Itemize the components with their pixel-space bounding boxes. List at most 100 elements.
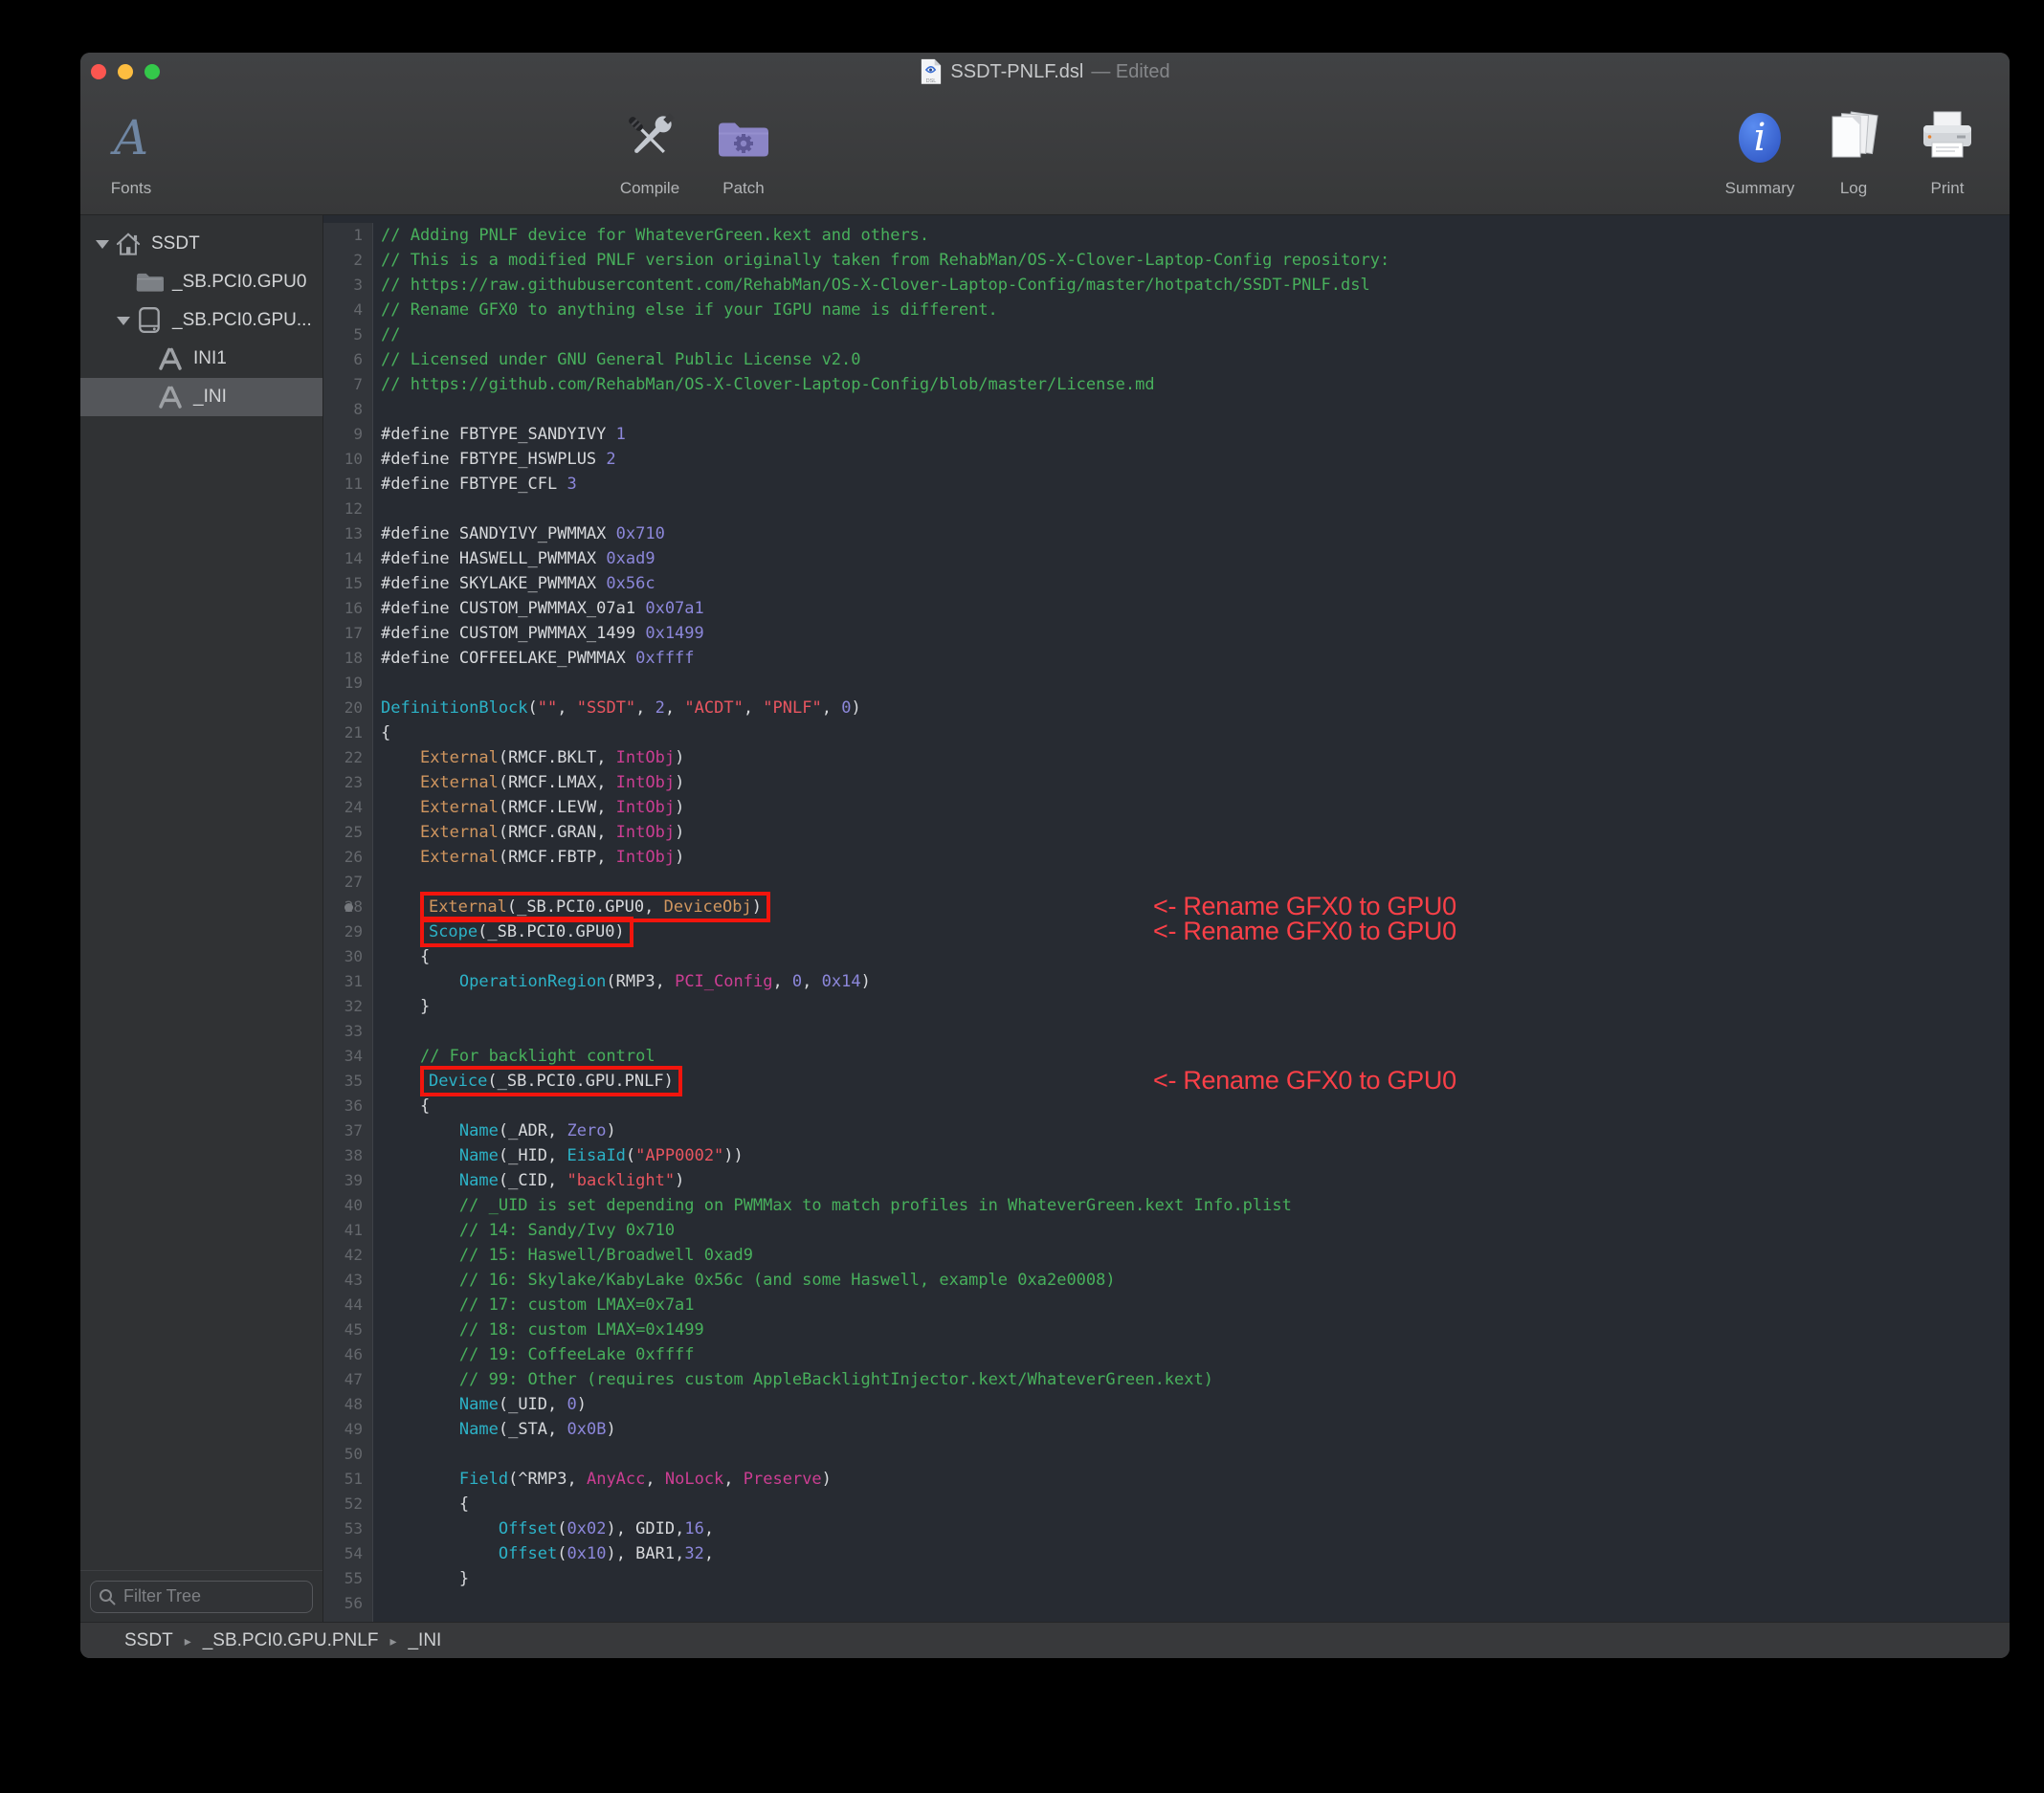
code-line-text: Field(^RMP3, AnyAcc, NoLock, Preserve) xyxy=(458,1470,832,1489)
breadcrumb-separator: ▸ xyxy=(389,1632,397,1649)
toolbar-item-print[interactable]: Print xyxy=(1910,99,1985,198)
titlebar[interactable]: DSL SSDT-PNLF.dsl — Edited xyxy=(80,53,2010,91)
filter-tree-input[interactable] xyxy=(90,1580,313,1613)
svg-text:i: i xyxy=(1754,116,1766,160)
line-number: 52 xyxy=(323,1492,373,1516)
sidebar-item--ini[interactable]: _INI xyxy=(80,378,322,416)
toolbar-item-summary[interactable]: i Summary xyxy=(1722,99,1797,198)
code-line: 24 External(RMCF.LEVW, IntObj) xyxy=(323,795,2010,820)
line-number: 16 xyxy=(323,596,373,621)
code-line-text: External(RMCF.FBTP, IntObj) xyxy=(419,848,685,867)
code-line: 12 xyxy=(323,497,2010,521)
code-line-text: #define CUSTOM_PWMMAX_07a1 0x07a1 xyxy=(381,599,704,618)
code-line-text: { xyxy=(381,723,391,742)
code-line: 10 #define FBTYPE_HSWPLUS 2 xyxy=(323,447,2010,472)
line-number: 47 xyxy=(323,1367,373,1392)
code-line: 37 Name(_ADR, Zero) xyxy=(323,1118,2010,1143)
code-line-text: Device(_SB.PCI0.GPU.PNLF) xyxy=(373,1066,682,1096)
code-line-text: #define SANDYIVY_PWMMAX 0x710 xyxy=(381,524,665,543)
code-line: 23 External(RMCF.LMAX, IntObj) xyxy=(323,770,2010,795)
line-number: 50 xyxy=(323,1442,373,1467)
patch-icon xyxy=(719,122,768,157)
line-number: 18 xyxy=(323,646,373,671)
line-number: 7 xyxy=(323,372,373,397)
line-number: 25 xyxy=(323,820,373,845)
line-number: 44 xyxy=(323,1293,373,1317)
code-line-text: External(RMCF.LMAX, IntObj) xyxy=(419,773,685,792)
title-edited-suffix: — Edited xyxy=(1091,60,1170,82)
toolbar-item-patch[interactable]: Patch xyxy=(706,99,781,198)
breadcrumb-item[interactable]: _INI xyxy=(408,1630,441,1651)
toolbar-item-compile[interactable]: Compile xyxy=(612,99,687,198)
sidebar-item--sb-pci0-gpu-[interactable]: _SB.PCI0.GPU... xyxy=(80,301,322,340)
code-line: 35 Device(_SB.PCI0.GPU.PNLF) <- Rename GF… xyxy=(323,1066,2010,1096)
code-line: 29 Scope(_SB.PCI0.GPU0) <- Rename GFX0 to… xyxy=(323,917,2010,947)
red-highlight-box: Device(_SB.PCI0.GPU.PNLF) xyxy=(419,1066,682,1096)
sidebar-item--sb-pci0-gpu0[interactable]: _SB.PCI0.GPU0 xyxy=(80,263,322,301)
breadcrumb-item[interactable]: SSDT xyxy=(124,1630,173,1651)
code-line: 41 // 14: Sandy/Ivy 0x710 xyxy=(323,1218,2010,1243)
code-line: 14 #define HASWELL_PWMMAX 0xad9 xyxy=(323,546,2010,571)
line-number: 35 xyxy=(323,1069,373,1094)
code-line-text: #define SKYLAKE_PWMMAX 0x56c xyxy=(381,574,655,593)
maciasl-window: DSL SSDT-PNLF.dsl — Edited A Fonts Compil… xyxy=(80,53,2010,1658)
method-icon xyxy=(159,386,182,409)
code-line: 26 External(RMCF.FBTP, IntObj) xyxy=(323,845,2010,870)
breadcrumb: SSDT ▸ _SB.PCI0.GPU.PNLF ▸ _INI xyxy=(80,1622,2010,1658)
sidebar-item-ssdt[interactable]: SSDT xyxy=(80,225,322,263)
line-number: 43 xyxy=(323,1268,373,1293)
sidebar-item-ini1[interactable]: INI1 xyxy=(80,340,322,378)
code-line-text: #define FBTYPE_SANDYIVY 1 xyxy=(381,425,626,444)
acpi-tree: SSDT _SB.PCI0.GPU0 _SB.PCI0.GPU... INI1 _INI xyxy=(80,215,322,416)
line-number: 53 xyxy=(323,1516,373,1541)
line-number: 4 xyxy=(323,298,373,322)
disclosure-triangle[interactable] xyxy=(117,316,130,325)
gutter-marker-dot xyxy=(344,903,353,912)
code-line: 40 // _UID is set depending on PWMMax to… xyxy=(323,1193,2010,1218)
print-icon xyxy=(1923,111,1971,158)
line-number: 36 xyxy=(323,1094,373,1118)
code-line-text: DefinitionBlock("", "SSDT", 2, "ACDT", "… xyxy=(381,698,861,718)
window-title: DSL SSDT-PNLF.dsl — Edited xyxy=(920,58,1170,85)
tree-item-label: SSDT xyxy=(151,233,200,254)
code-line: 38 Name(_HID, EisaId("APP0002")) xyxy=(323,1143,2010,1168)
breadcrumb-item[interactable]: _SB.PCI0.GPU.PNLF xyxy=(203,1630,379,1651)
sidebar: SSDT _SB.PCI0.GPU0 _SB.PCI0.GPU... INI1 _INI xyxy=(80,215,323,1622)
code-line: 32 } xyxy=(323,994,2010,1019)
code-line: 20 DefinitionBlock("", "SSDT", 2, "ACDT",… xyxy=(323,696,2010,720)
code-line: 45 // 18: custom LMAX=0x1499 xyxy=(323,1317,2010,1342)
close-button[interactable] xyxy=(91,64,106,79)
code-line: 31 OperationRegion(RMP3, PCI_Config, 0, … xyxy=(323,969,2010,994)
code-line: 17 #define CUSTOM_PWMMAX_1499 0x1499 xyxy=(323,621,2010,646)
line-number: 12 xyxy=(323,497,373,521)
toolbar-label-compile: Compile xyxy=(619,179,680,197)
disclosure-triangle[interactable] xyxy=(96,239,109,249)
code-line: 52 { xyxy=(323,1492,2010,1516)
code-line-text: } xyxy=(381,997,431,1016)
zoom-button[interactable] xyxy=(144,64,160,79)
toolbar-label-print: Print xyxy=(1930,179,1965,197)
code-line-text: #define FBTYPE_CFL 3 xyxy=(381,475,577,494)
toolbar-item-fonts[interactable]: A Fonts xyxy=(94,99,168,198)
code-line-text: { xyxy=(381,1494,470,1514)
code-line: 42 // 15: Haswell/Broadwell 0xad9 xyxy=(323,1243,2010,1268)
code-line-text: // https://github.com/RehabMan/OS-X-Clov… xyxy=(381,375,1155,394)
code-editor[interactable]: 1 // Adding PNLF device for WhateverGreen… xyxy=(323,215,2010,1622)
code-line: 53 Offset(0x02), GDID,16, xyxy=(323,1516,2010,1541)
line-number: 8 xyxy=(323,397,373,422)
code-line: 6 // Licensed under GNU General Public Li… xyxy=(323,347,2010,372)
line-number: 3 xyxy=(323,273,373,298)
main-content: SSDT _SB.PCI0.GPU0 _SB.PCI0.GPU... INI1 _INI… xyxy=(80,215,2010,1622)
tree-item-label: _INI xyxy=(193,387,227,407)
line-number: 21 xyxy=(323,720,373,745)
code-line: 9 #define FBTYPE_SANDYIVY 1 xyxy=(323,422,2010,447)
line-number: 42 xyxy=(323,1243,373,1268)
toolbar: A Fonts Compile Patch i Summary Log Print xyxy=(80,91,2010,214)
minimize-button[interactable] xyxy=(118,64,133,79)
line-number: 46 xyxy=(323,1342,373,1367)
code-line-text: // Adding PNLF device for WhateverGreen.… xyxy=(381,226,930,245)
toolbar-item-log[interactable]: Log xyxy=(1816,99,1891,198)
